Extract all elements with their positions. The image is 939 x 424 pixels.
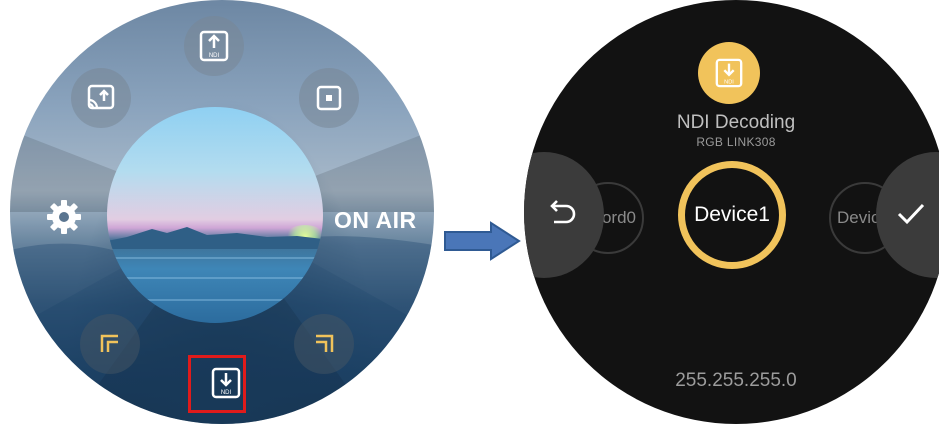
ndi-decode-icon: NDI (715, 58, 743, 88)
watch-ndi-decoding-screen: NDI NDI Decoding RGB LINK308 cord0 Devic… (524, 0, 939, 424)
device-option-current[interactable]: Device1 (678, 161, 786, 269)
screen-subtitle: RGB LINK308 (696, 135, 776, 149)
corner-top-left-button[interactable] (80, 314, 140, 374)
screen-title: NDI Decoding (676, 112, 796, 133)
record-icon (316, 85, 342, 111)
gear-icon[interactable] (44, 197, 84, 237)
wave-line (107, 299, 323, 301)
right-arrow-icon (444, 221, 521, 261)
corner-br-icon (316, 334, 334, 352)
svg-text:NDI: NDI (209, 53, 220, 59)
record-button[interactable] (299, 68, 359, 128)
wave-line (107, 277, 323, 279)
cast-button[interactable] (71, 68, 131, 128)
corner-tl-icon (100, 334, 118, 352)
checkmark-icon (897, 203, 925, 225)
svg-text:NDI: NDI (724, 79, 734, 85)
selection-highlight (188, 355, 246, 413)
ndi-decoding-header-icon: NDI (698, 42, 760, 104)
wave-line (107, 257, 323, 259)
on-air-label[interactable]: ON AIR (334, 207, 417, 234)
ip-address: 255.255.255.0 (675, 370, 797, 391)
ndi-encode-icon: NDI (199, 30, 229, 62)
live-preview (107, 107, 323, 323)
cast-icon (87, 84, 115, 110)
ndi-encode-button[interactable]: NDI (184, 16, 244, 76)
back-arrow-icon (550, 200, 576, 224)
mountain-silhouette (107, 227, 323, 249)
corner-bottom-right-button[interactable] (294, 314, 354, 374)
